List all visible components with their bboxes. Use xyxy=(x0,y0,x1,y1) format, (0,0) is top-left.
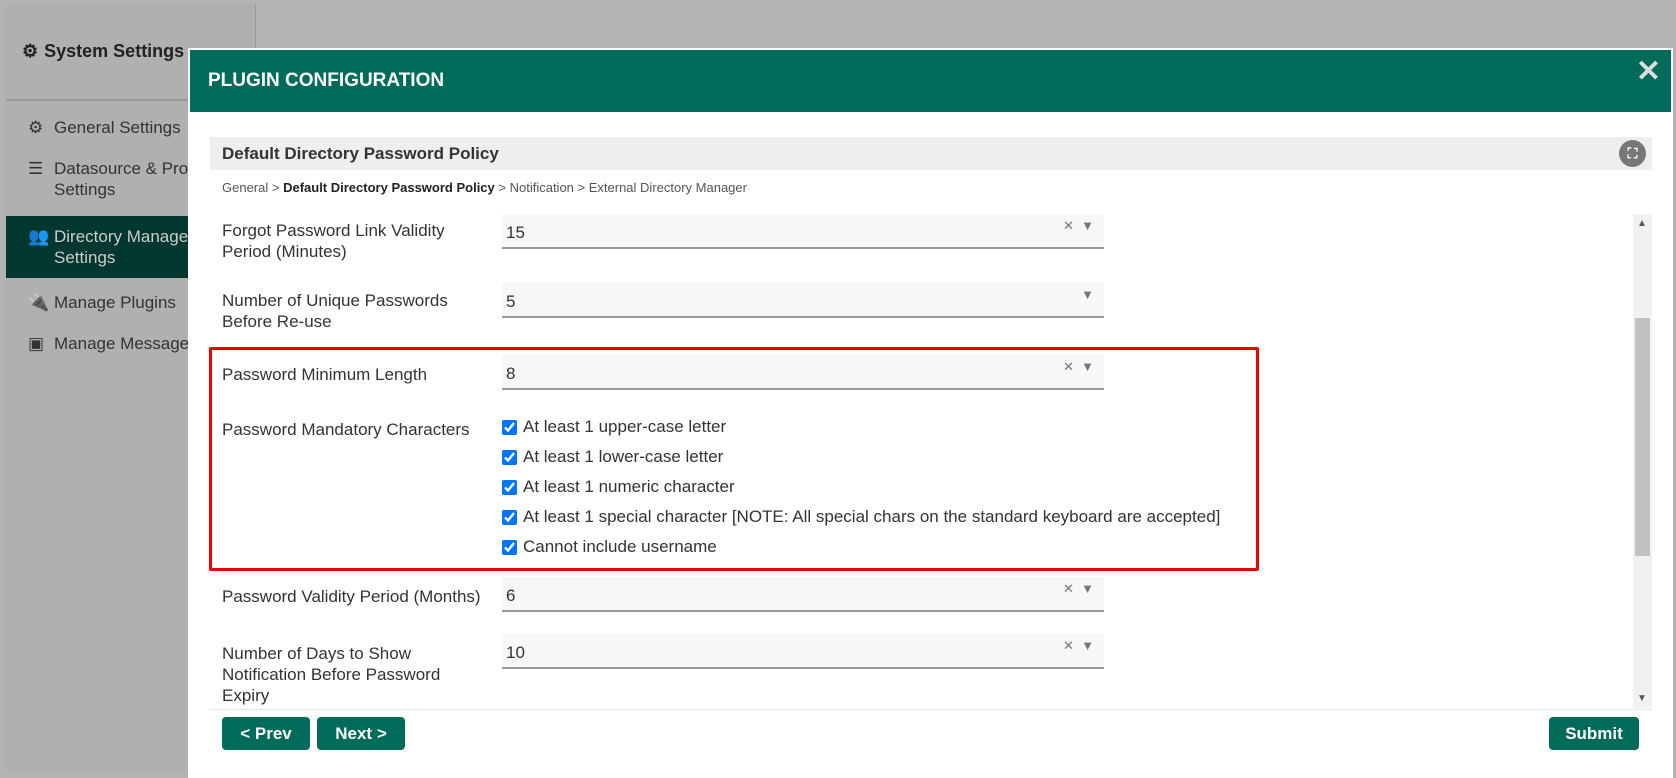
sidebar-item-label: Manage Plugins xyxy=(54,293,176,312)
clear-icon[interactable]: ✕ xyxy=(1063,638,1074,653)
gear-icon: ⚙ xyxy=(28,118,44,137)
chevron-down-icon[interactable]: ▼ xyxy=(1081,638,1094,653)
checkbox-uppercase[interactable]: At least 1 upper-case letter xyxy=(502,417,726,437)
gears-icon: ⚙ xyxy=(22,41,39,61)
breadcrumb: General > Default Directory Password Pol… xyxy=(222,180,747,195)
database-icon: ☰ xyxy=(28,159,44,178)
field-value: 5 xyxy=(506,292,516,311)
chevron-down-icon[interactable]: ▼ xyxy=(1081,218,1094,233)
field-label: Password Mandatory Characters xyxy=(222,420,470,439)
field-value: 8 xyxy=(506,364,516,383)
validity-period-select[interactable]: 6 ✕ ▼ xyxy=(502,577,1104,612)
clear-icon[interactable]: ✕ xyxy=(1063,581,1074,596)
chevron-down-icon[interactable]: ▼ xyxy=(1081,287,1094,302)
submit-button[interactable]: Submit xyxy=(1549,717,1639,750)
checkbox-numeric[interactable]: At least 1 numeric character xyxy=(502,477,735,497)
notification-days-select[interactable]: 10 ✕ ▼ xyxy=(502,634,1104,669)
modal-title: PLUGIN CONFIGURATION xyxy=(208,70,445,91)
field-value: 15 xyxy=(506,223,525,242)
plug-icon: 🔌 xyxy=(28,293,50,312)
breadcrumb-general[interactable]: General xyxy=(222,180,268,195)
sidebar-item-label: Datasource & Pro Settings xyxy=(54,159,189,199)
breadcrumb-notification[interactable]: Notification xyxy=(510,180,574,195)
checkbox[interactable] xyxy=(502,419,517,435)
close-icon[interactable]: ✕ xyxy=(1636,54,1661,89)
checkbox-username[interactable]: Cannot include username xyxy=(502,537,717,557)
scroll-down-icon[interactable]: ▼ xyxy=(1637,693,1647,704)
sidebar-item-label: General Settings xyxy=(54,118,181,137)
prev-button[interactable]: < Prev xyxy=(222,717,310,750)
next-button[interactable]: Next > xyxy=(317,717,405,750)
section-header: Default Directory Password Policy ⛶ xyxy=(210,137,1652,170)
clear-icon[interactable]: ✕ xyxy=(1063,218,1074,233)
checkbox-lowercase[interactable]: At least 1 lower-case letter xyxy=(502,447,723,467)
field-label: Password Minimum Length xyxy=(222,365,428,384)
sidebar-item-directory-manager[interactable]: 👥 Directory Manage Settings xyxy=(6,216,206,278)
scroll-up-icon[interactable]: ▲ xyxy=(1637,218,1647,229)
chevron-down-icon[interactable]: ▼ xyxy=(1081,359,1094,374)
checkbox[interactable] xyxy=(502,539,517,555)
breadcrumb-external-directory-manager[interactable]: External Directory Manager xyxy=(589,180,747,195)
clear-icon[interactable]: ✕ xyxy=(1063,359,1074,374)
section-title: Default Directory Password Policy xyxy=(222,143,499,163)
sidebar-item-datasource[interactable]: ☰ Datasource & Pro Settings xyxy=(6,148,206,210)
checkbox[interactable] xyxy=(502,449,517,465)
sidebar-title: System Settings xyxy=(44,41,185,61)
chevron-down-icon[interactable]: ▼ xyxy=(1081,581,1094,596)
checkbox-label: At least 1 special character [NOTE: All … xyxy=(523,507,1221,526)
scrollbar-thumb[interactable] xyxy=(1635,318,1650,556)
checkbox[interactable] xyxy=(502,509,517,525)
divider xyxy=(210,709,1652,710)
checkbox-label: At least 1 numeric character xyxy=(523,477,735,496)
checkbox-label: Cannot include username xyxy=(523,537,717,556)
scrollbar[interactable]: ▲ ▼ xyxy=(1633,214,1652,708)
field-value: 10 xyxy=(506,643,525,662)
field-label: Number of Unique Passwords Before Re-use xyxy=(222,291,448,331)
field-value: 6 xyxy=(506,586,516,605)
minimum-length-select[interactable]: 8 ✕ ▼ xyxy=(502,355,1104,390)
language-icon: ▣ xyxy=(28,334,45,353)
checkbox-label: At least 1 upper-case letter xyxy=(523,417,727,436)
users-gear-icon: 👥 xyxy=(28,227,50,246)
fullscreen-icon[interactable]: ⛶ xyxy=(1619,140,1646,167)
plugin-configuration-modal: PLUGIN CONFIGURATION ✕ Default Directory… xyxy=(188,48,1673,778)
breadcrumb-current: Default Directory Password Policy xyxy=(283,180,495,195)
checkbox[interactable] xyxy=(502,479,517,495)
field-label: Forgot Password Link Validity Period (Mi… xyxy=(222,221,445,261)
checkbox-label: At least 1 lower-case letter xyxy=(523,447,724,466)
modal-header: PLUGIN CONFIGURATION xyxy=(190,50,1671,112)
checkbox-special[interactable]: At least 1 special character [NOTE: All … xyxy=(502,507,1220,527)
sidebar-item-label: Manage Message xyxy=(54,334,190,353)
forgot-link-validity-select[interactable]: 15 ✕ ▼ xyxy=(502,214,1104,249)
field-label: Password Validity Period (Months) xyxy=(222,587,481,606)
unique-passwords-select[interactable]: 5 ▼ xyxy=(502,283,1104,318)
field-label: Number of Days to Show Notification Befo… xyxy=(222,644,441,705)
sidebar-item-label: Directory Manage Settings xyxy=(54,227,189,267)
